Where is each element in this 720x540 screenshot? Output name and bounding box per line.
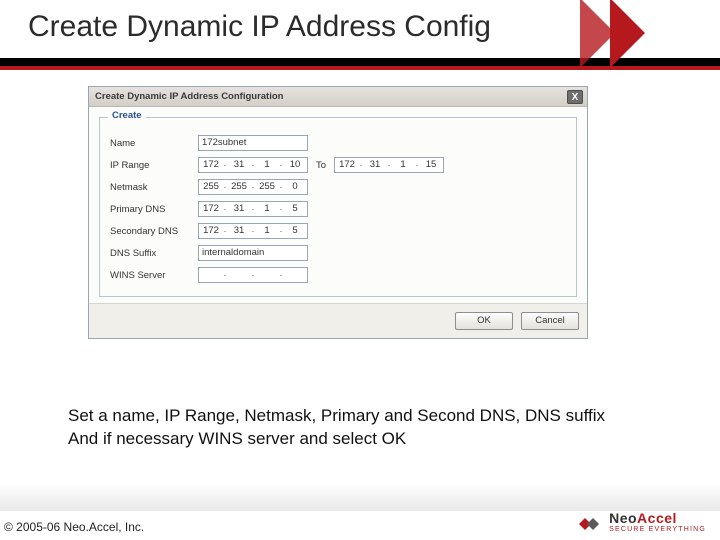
ip-octet[interactable]: 255	[199, 180, 223, 194]
label-secondary-dns: Secondary DNS	[110, 226, 198, 237]
label-netmask: Netmask	[110, 182, 198, 193]
chevron-decoration	[580, 0, 710, 70]
ip-octet[interactable]: 172	[199, 224, 223, 238]
caption-line: And if necessary WINS server and select …	[68, 427, 668, 450]
ip-octet[interactable]: 31	[227, 224, 251, 238]
ip-octet[interactable]: 31	[227, 202, 251, 216]
ok-button[interactable]: OK	[455, 312, 513, 330]
dialog-titlebar[interactable]: Create Dynamic IP Address Configuration …	[89, 87, 587, 107]
ip-octet[interactable]	[283, 268, 307, 282]
ip-octet[interactable]: 1	[391, 158, 415, 172]
ip-octet[interactable]: 172	[199, 158, 223, 172]
ip-octet[interactable]: 10	[283, 158, 307, 172]
ip-octet[interactable]	[255, 268, 279, 282]
close-icon[interactable]: X	[567, 90, 583, 104]
page-title: Create Dynamic IP Address Config	[28, 10, 491, 44]
fieldset-legend: Create	[108, 110, 146, 121]
ip-octet[interactable]: 31	[363, 158, 387, 172]
secondary-dns-input[interactable]: 172. 31. 1. 5	[198, 223, 308, 239]
label-name: Name	[110, 138, 198, 149]
ip-from-input[interactable]: 172. 31. 1. 10	[198, 157, 308, 173]
ip-octet[interactable]: 5	[283, 202, 307, 216]
ip-octet[interactable]: 15	[419, 158, 443, 172]
ip-octet[interactable]	[199, 268, 223, 282]
ip-octet[interactable]: 255	[255, 180, 279, 194]
label-to: To	[316, 160, 326, 171]
ip-octet[interactable]: 31	[227, 158, 251, 172]
netmask-input[interactable]: 255. 255. 255. 0	[198, 179, 308, 195]
label-primary-dns: Primary DNS	[110, 204, 198, 215]
dns-suffix-input[interactable]: internaldomain	[198, 245, 308, 261]
slide-caption: Set a name, IP Range, Netmask, Primary a…	[68, 404, 668, 450]
ip-octet[interactable]: 172	[199, 202, 223, 216]
ip-octet[interactable]: 1	[255, 158, 279, 172]
ip-octet[interactable]: 1	[255, 224, 279, 238]
ip-octet[interactable]	[227, 268, 251, 282]
name-input[interactable]: 172subnet	[198, 135, 308, 151]
cancel-button[interactable]: Cancel	[521, 312, 579, 330]
caption-line: Set a name, IP Range, Netmask, Primary a…	[68, 404, 668, 427]
slide-header: Create Dynamic IP Address Config	[0, 0, 720, 66]
slide-footer: © 2005-06 Neo.Accel, Inc. NeoAccel SECUR…	[0, 510, 720, 540]
logo-icon	[577, 513, 603, 535]
label-wins: WINS Server	[110, 270, 198, 281]
primary-dns-input[interactable]: 172. 31. 1. 5	[198, 201, 308, 217]
create-fieldset: Create Name 172subnet IP Range 172. 31. …	[99, 117, 577, 297]
wins-input[interactable]: . . .	[198, 267, 308, 283]
label-ip-range: IP Range	[110, 160, 198, 171]
ip-octet[interactable]: 5	[283, 224, 307, 238]
brand-logo: NeoAccel SECURE EVERYTHING	[577, 512, 706, 536]
dialog-button-bar: OK Cancel	[89, 303, 587, 338]
dialog-window: Create Dynamic IP Address Configuration …	[88, 86, 588, 339]
ip-to-input[interactable]: 172. 31. 1. 15	[334, 157, 444, 173]
copyright-text: © 2005-06 Neo.Accel, Inc.	[4, 520, 144, 534]
label-dns-suffix: DNS Suffix	[110, 248, 198, 259]
ip-octet[interactable]: 1	[255, 202, 279, 216]
ip-octet[interactable]: 0	[283, 180, 307, 194]
ip-octet[interactable]: 255	[227, 180, 251, 194]
ip-octet[interactable]: 172	[335, 158, 359, 172]
logo-tagline: SECURE EVERYTHING	[609, 524, 706, 536]
dialog-title: Create Dynamic IP Address Configuration	[95, 91, 283, 102]
